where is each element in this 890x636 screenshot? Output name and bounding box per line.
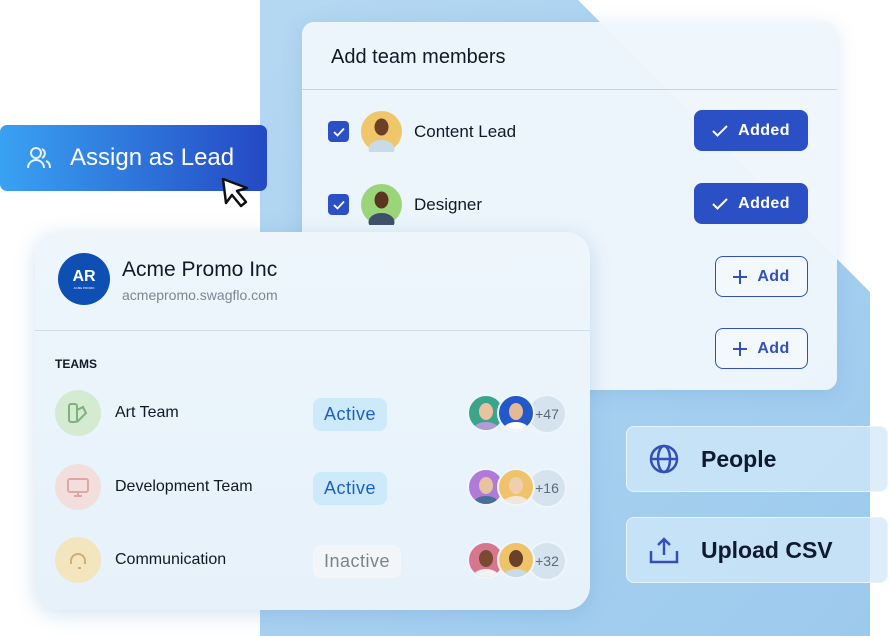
- member-checkbox[interactable]: [328, 194, 349, 215]
- member-role: Content Lead: [414, 122, 517, 141]
- member-role: Designer: [414, 195, 483, 214]
- button-label: Upload CSV: [701, 536, 833, 563]
- member-row: Designer Added: [328, 183, 808, 227]
- status-badge: Active: [313, 398, 388, 431]
- avatar: [497, 394, 535, 432]
- button-label: Assign as Lead: [70, 144, 235, 171]
- plus-icon: [733, 269, 748, 284]
- button-label: People: [701, 445, 777, 472]
- upload-csv-button[interactable]: Upload CSV: [626, 517, 888, 583]
- organization-card: AR ACME PROMO Acme Promo Inc acmepromo.sw…: [35, 232, 590, 610]
- panel-title: Add team members: [331, 46, 506, 68]
- org-logo: AR ACME PROMO: [58, 253, 110, 305]
- button-label: Added: [738, 121, 790, 139]
- avatar: [497, 541, 535, 579]
- member-row: Content Lead Added: [328, 110, 808, 154]
- added-button[interactable]: Added: [694, 183, 808, 224]
- team-row[interactable]: Communication Inactive +32: [55, 537, 570, 585]
- status-badge: Inactive: [313, 545, 402, 578]
- divider: [302, 89, 837, 90]
- monitor-icon: [55, 464, 101, 510]
- users-icon: [27, 147, 51, 169]
- button-label: Add: [757, 339, 790, 357]
- cursor-icon: [221, 177, 249, 208]
- globe-icon: [649, 444, 679, 474]
- org-url[interactable]: acmepromo.swagflo.com: [122, 287, 278, 303]
- divider: [35, 330, 590, 331]
- headset-icon: [55, 537, 101, 583]
- add-button[interactable]: Add: [715, 328, 808, 369]
- member-avatar: [361, 184, 402, 225]
- button-label: Add: [757, 267, 790, 285]
- status-badge: Active: [313, 472, 388, 505]
- check-icon: [712, 124, 728, 137]
- member-avatars: +32: [467, 541, 567, 581]
- added-button[interactable]: Added: [694, 110, 808, 151]
- member-avatars: +47: [467, 394, 567, 434]
- team-row[interactable]: Development Team Active +16: [55, 464, 570, 512]
- button-label: Added: [738, 194, 790, 212]
- people-button[interactable]: People: [626, 426, 888, 492]
- member-avatar: [361, 111, 402, 152]
- team-name: Development Team: [115, 478, 253, 495]
- team-row[interactable]: Art Team Active +47: [55, 390, 570, 438]
- palette-icon: [55, 390, 101, 436]
- avatar: [497, 468, 535, 506]
- add-button[interactable]: Add: [715, 256, 808, 297]
- teams-heading: TEAMS: [55, 357, 97, 371]
- member-checkbox[interactable]: [328, 121, 349, 142]
- team-name: Communication: [115, 551, 227, 568]
- upload-icon: [649, 537, 679, 564]
- team-name: Art Team: [115, 404, 179, 421]
- org-name: Acme Promo Inc: [122, 258, 278, 281]
- check-icon: [712, 197, 728, 210]
- plus-icon: [733, 341, 748, 356]
- member-avatars: +16: [467, 468, 567, 508]
